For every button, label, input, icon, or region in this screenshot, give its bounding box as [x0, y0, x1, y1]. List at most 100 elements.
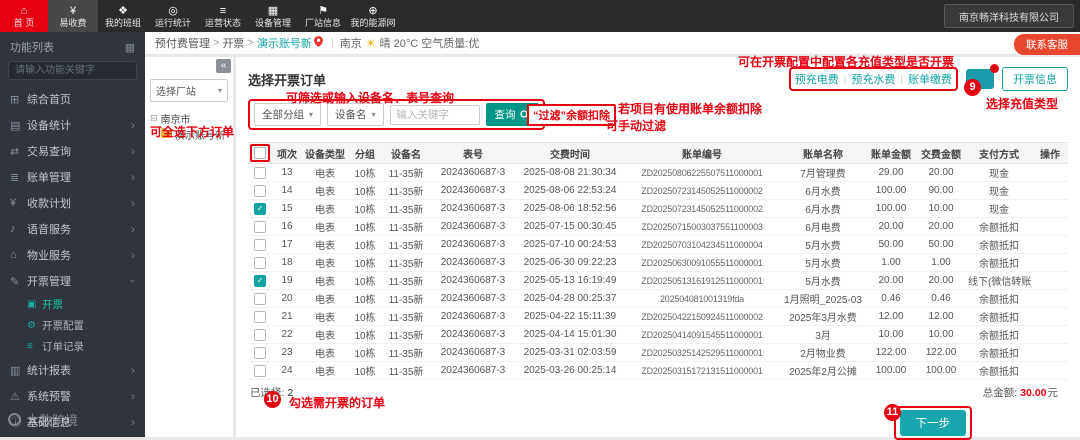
sidebar-item-payment-plan[interactable]: ¥ 收款计划 › — [0, 190, 145, 216]
group-select[interactable]: 全部分组 ▾ — [254, 103, 322, 126]
sidebar-subitem-order-records[interactable]: ≡ 订单记录 — [0, 336, 145, 357]
cell-bill_name: 6月电费 — [780, 217, 866, 236]
cell-meter_no: 2024360687-3 — [430, 235, 516, 254]
nav-item-energy-net[interactable]: ⊕ 我的能源网 — [348, 0, 398, 32]
pay-action-button[interactable] — [966, 64, 999, 89]
row-checkbox[interactable] — [254, 310, 266, 323]
row-checkbox[interactable] — [254, 328, 266, 341]
sidebar-item-invoice-mgmt[interactable]: ✎ 开票管理 › — [0, 268, 145, 294]
cell-index: 22 — [272, 325, 302, 344]
collapse-panel-icon[interactable]: « — [216, 59, 231, 73]
company-name: 南京畅洋科技有限公司 — [944, 4, 1074, 28]
sidebar-item-label: 开票管理 — [27, 276, 71, 288]
order-row[interactable]: 13 电表 10栋 11-35新 2024360687-3 2025-08-08 21:3… — [248, 163, 1068, 182]
cell-index: 15 — [272, 199, 302, 218]
top-navbar: ⌂ 首 页 ¥ 易收费 ❖ 我的班组 ◎ 运行统计 ≡ 运营状态 ▦ 设备管理 ⚑ 厂站信息 ⊕ 我的能源网 … — [0, 0, 1080, 32]
link-prepay-electric[interactable]: 预充电费 — [795, 71, 839, 87]
row-checkbox[interactable] — [254, 238, 266, 251]
nav-item-op-status[interactable]: ≡ 运营状态 — [198, 0, 248, 32]
select-all-checkbox[interactable] — [254, 147, 266, 159]
link-prepay-water[interactable]: 预充水费 — [851, 71, 895, 87]
nav-item-station-info[interactable]: ⚑ 厂站信息 — [298, 0, 348, 32]
order-row[interactable]: 22 电表 10栋 11-35新 2024360687-3 2025-04-14 15:0… — [248, 325, 1068, 344]
field-select[interactable]: 设备名 ▾ — [327, 103, 384, 126]
row-checkbox[interactable] — [254, 346, 266, 359]
cell-device_name: 11-35新 — [382, 325, 430, 344]
cell-device_name: 11-35新 — [382, 361, 430, 380]
order-row[interactable]: 20 电表 10栋 11-35新 2024360687-3 2025-04-28 00:2… — [248, 289, 1068, 308]
sidebar-subitem-invoice[interactable]: ▣ 开票 — [0, 294, 145, 315]
contact-support-button[interactable]: 联系客服 — [1014, 34, 1080, 55]
row-checkbox[interactable] — [254, 292, 266, 305]
sidebar-item-report[interactable]: ▥ 统计报表 › — [0, 357, 145, 383]
breadcrumb-page[interactable]: 开票 — [222, 35, 244, 51]
order-row[interactable]: 21 电表 10栋 11-35新 2024360687-3 2025-04-22 15:1… — [248, 307, 1068, 326]
nav-item-device-mgmt[interactable]: ▦ 设备管理 — [248, 0, 298, 32]
sidebar-item-voice-service[interactable]: ♪ 语音服务 › — [0, 216, 145, 242]
row-checkbox[interactable]: ✓ — [254, 274, 266, 287]
order-row[interactable]: ✓ 15 电表 10栋 11-35新 2024360687-3 2025-08-06 18:… — [248, 199, 1068, 218]
selected-summary: 已选择: 2 — [250, 387, 294, 399]
order-row[interactable]: 16 电表 10栋 11-35新 2024360687-3 2025-07-15 00:3… — [248, 217, 1068, 236]
invoice-info-button[interactable]: 开票信息 — [1002, 67, 1068, 91]
sidebar-search-input[interactable] — [8, 61, 137, 80]
row-checkbox[interactable] — [254, 166, 266, 179]
sidebar-item-bill-mgmt[interactable]: ≣ 账单管理 › — [0, 164, 145, 190]
row-checkbox[interactable] — [254, 364, 266, 377]
sidebar: 功能列表 ▦ ⊞ 综合首页 ▤ 设备统计 › ⇄ 交易查询 › ≣ 账单管理 › ¥ 收款计划 › ♪ 语音服… — [0, 32, 145, 437]
order-row[interactable]: ✓ 19 电表 10栋 11-35新 2024360687-3 2025-05-13 16:… — [248, 271, 1068, 290]
cell-bill_amount: 100.00 — [866, 361, 916, 380]
breadcrumb-account[interactable]: 演示账号新 — [257, 35, 312, 51]
row-checkbox[interactable]: ✓ — [254, 202, 266, 215]
link-separator: | — [900, 73, 903, 85]
nav-item-home[interactable]: ⌂ 首 页 — [0, 0, 48, 32]
sidebar-item-property-service[interactable]: ⌂ 物业服务 › — [0, 242, 145, 268]
cell-group: 10栋 — [348, 271, 382, 290]
nav-item-billing[interactable]: ¥ 易收费 — [48, 0, 98, 32]
next-step-button[interactable]: 下一步 — [899, 410, 966, 436]
row-checkbox[interactable] — [254, 256, 266, 269]
select-all-header — [248, 142, 272, 164]
sidebar-item-trade-query[interactable]: ⇄ 交易查询 › — [0, 138, 145, 164]
cell-checkbox: ✓ — [248, 199, 272, 218]
tree-node-account[interactable]: 演示账号新 — [150, 126, 228, 142]
filter-annotation-box: 全部分组 ▾ 设备名 ▾ 查询 — [248, 99, 545, 130]
keyword-input[interactable] — [389, 104, 480, 125]
tree-collapse-icon[interactable]: ⊟ — [150, 113, 158, 124]
station-select[interactable]: 选择厂站 ▾ — [150, 79, 228, 102]
sidebar-subitem-invoice-config[interactable]: ⚙ 开票配置 — [0, 315, 145, 336]
sidebar-item-alert[interactable]: ⚠ 系统预警 › — [0, 383, 145, 409]
sidebar-item-label: 语音服务 — [27, 224, 71, 236]
order-row[interactable]: 23 电表 10栋 11-35新 2024360687-3 2025-03-31 02:0… — [248, 343, 1068, 362]
row-checkbox[interactable] — [254, 220, 266, 233]
sidebar-item-label: 交易查询 — [27, 146, 71, 158]
order-row[interactable]: 17 电表 10栋 11-35新 2024360687-3 2025-07-10 00:2… — [248, 235, 1068, 254]
search-button[interactable]: 查询 — [485, 103, 539, 126]
cell-bill_name: 1月照明_2025-03 — [780, 289, 866, 308]
order-row[interactable]: 24 电表 10栋 11-35新 2024360687-3 2025-03-26 00:2… — [248, 361, 1068, 380]
cell-index: 16 — [272, 217, 302, 236]
cell-bill_amount: 20.00 — [866, 217, 916, 236]
cell-pay_time: 2025-04-22 15:11:39 — [516, 307, 624, 326]
sidebar-subitem-label: 开票配置 — [42, 320, 84, 332]
sidebar-item-device-stats[interactable]: ▤ 设备统计 › — [0, 112, 145, 138]
sidebar-item-basic-info[interactable]: ⓘ 基础信息 › — [0, 409, 145, 435]
nav-item-run-stats[interactable]: ◎ 运行统计 — [148, 0, 198, 32]
stats-icon: ◎ — [168, 4, 178, 17]
cell-meter_no: 2024360687-3 — [430, 343, 516, 362]
breadcrumb-separator: > — [213, 37, 220, 49]
row-checkbox[interactable] — [254, 184, 266, 197]
column-header: 分组 — [348, 142, 382, 164]
order-row[interactable]: 14 电表 10栋 11-35新 2024360687-3 2025-08-06 22:5… — [248, 181, 1068, 200]
column-header: 账单金额 — [866, 142, 916, 164]
grid-icon[interactable]: ▦ — [125, 41, 135, 54]
breadcrumb-module[interactable]: 预付费管理 — [155, 35, 210, 51]
link-bill-pay[interactable]: 账单缴费 — [908, 71, 952, 87]
sidebar-item-dashboard[interactable]: ⊞ 综合首页 — [0, 86, 145, 112]
tree-node-city[interactable]: ⊟ 南京市 — [150, 110, 228, 126]
cell-bill_amount: 10.00 — [866, 325, 916, 344]
order-row[interactable]: 18 电表 10栋 11-35新 2024360687-3 2025-06-30 09:2… — [248, 253, 1068, 272]
cell-pay_amount: 122.00 — [916, 343, 966, 362]
cell-bill_amount: 20.00 — [866, 271, 916, 290]
nav-item-my-team[interactable]: ❖ 我的班组 — [98, 0, 148, 32]
